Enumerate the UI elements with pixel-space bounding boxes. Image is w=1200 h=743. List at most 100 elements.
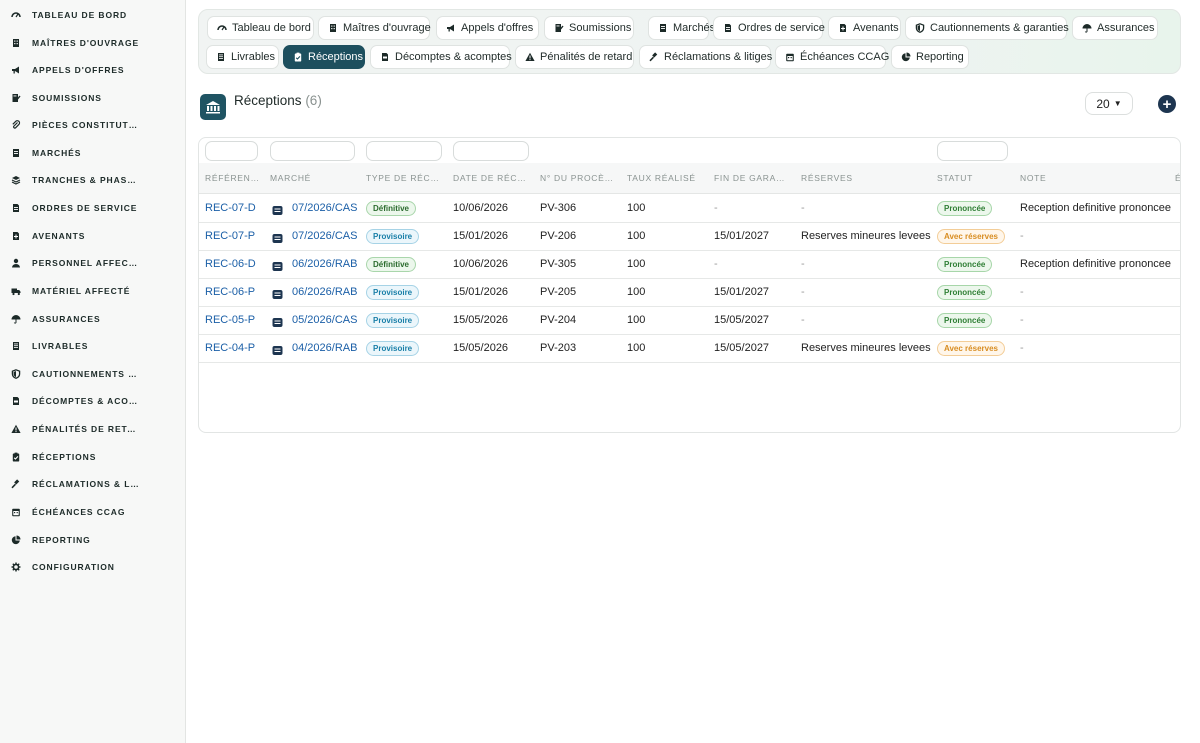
pie-chart-icon [11, 535, 21, 545]
sidebar-item-1[interactable]: MAÎTRES D'OUVRAGE [0, 31, 186, 55]
sidebar-item-7[interactable]: ORDRES DE SERVICE [0, 196, 186, 220]
sidebar-item-label: MARCHÉS [32, 148, 82, 158]
table-row[interactable]: REC-07-P 07/2026/CAS Provisoire 15/01/2026 P… [199, 223, 1180, 251]
tab-14[interactable]: Échéances CCAG [775, 45, 890, 69]
marche-link[interactable]: 06/2026/RAB [292, 286, 357, 298]
marche-link[interactable]: 04/2026/RAB [292, 342, 357, 354]
marche-link[interactable]: 06/2026/RAB [292, 258, 357, 270]
table-row[interactable]: REC-06-D 06/2026/RAB Définitive 10/06/2026 P… [199, 251, 1180, 279]
tab-label: Cautionnements & garanties [930, 22, 1069, 34]
note: - [1020, 230, 1024, 242]
receptions-table: RÉFÉRENCE MARCHÉ TYPE DE RÉCEPTION DATE DE … [198, 137, 1181, 433]
column-header-7[interactable]: RÉSERVES [801, 173, 921, 183]
sidebar-item-0[interactable]: TABLEAU DE BORD [0, 3, 186, 27]
tab-6[interactable]: Avenants [828, 16, 901, 40]
page-title-text: Réceptions [234, 93, 302, 108]
sidebar-item-label: PERSONNEL AFFECTÉ [32, 258, 140, 268]
tab-label: Marchés [673, 22, 716, 34]
marche-link[interactable]: 07/2026/CAS [292, 230, 357, 242]
tab-7[interactable]: Cautionnements & garanties [905, 16, 1069, 40]
marche-icon [272, 343, 283, 355]
reference-link[interactable]: REC-06-P [205, 286, 255, 298]
tab-label: Reporting [916, 51, 964, 63]
filter-reference-input[interactable] [205, 141, 258, 161]
sidebar-item-12[interactable]: LIVRABLES [0, 334, 186, 358]
sidebar-item-16[interactable]: RÉCEPTIONS [0, 445, 186, 469]
filter-date-input[interactable] [453, 141, 529, 161]
taux-realise: 100 [627, 258, 646, 270]
tab-11[interactable]: Décomptes & acomptes [370, 45, 512, 69]
reserves: - [801, 258, 805, 270]
taux-realise: 100 [627, 230, 646, 242]
tab-label: Échéances CCAG [800, 51, 890, 63]
sidebar-item-6[interactable]: TRANCHES & PHASES [0, 168, 186, 192]
reserves: - [801, 286, 805, 298]
filter-type-input[interactable] [366, 141, 442, 161]
gavel-icon [11, 479, 21, 489]
sidebar-item-11[interactable]: ASSURANCES [0, 307, 186, 331]
sidebar-item-2[interactable]: APPELS D'OFFRES [0, 58, 186, 82]
marche-icon [272, 203, 283, 215]
tab-2[interactable]: Appels d'offres [436, 16, 539, 40]
marche-link[interactable]: 05/2026/CAS [292, 314, 357, 326]
tab-label: Réclamations & litiges [664, 51, 773, 63]
table-row[interactable]: REC-06-P 06/2026/RAB Provisoire 15/01/2026 P… [199, 279, 1180, 307]
page-size-select[interactable]: 20 ▼ [1085, 92, 1133, 115]
tab-10[interactable]: Réceptions [283, 45, 365, 69]
marche-link[interactable]: 07/2026/CAS [292, 202, 357, 214]
sidebar-item-14[interactable]: DÉCOMPTES & ACOMPTES [0, 389, 186, 413]
tab-12[interactable]: Pénalités de retard [515, 45, 634, 69]
sidebar-item-3[interactable]: SOUMISSIONS [0, 86, 186, 110]
tab-9[interactable]: Livrables [206, 45, 279, 69]
tab-0[interactable]: Tableau de bord [207, 16, 314, 40]
column-header-6[interactable]: FIN DE GARANTIE [714, 173, 790, 183]
tab-8[interactable]: Assurances [1072, 16, 1158, 40]
sidebar-item-8[interactable]: AVENANTS [0, 224, 186, 248]
column-header-9[interactable]: NOTE [1020, 173, 1160, 183]
tab-4[interactable]: Marchés [648, 16, 715, 40]
column-header-0[interactable]: RÉFÉRENCE [205, 173, 260, 183]
sidebar-item-10[interactable]: MATÉRIEL AFFECTÉ [0, 279, 186, 303]
file-signature-icon [11, 93, 21, 103]
sidebar-item-label: PÉNALITÉS DE RETARD [32, 424, 140, 434]
tab-5[interactable]: Ordres de service [713, 16, 825, 40]
fin-garantie: 15/01/2027 [714, 286, 770, 298]
sidebar-item-4[interactable]: PIÈCES CONSTITUTIVES [0, 113, 186, 137]
column-header-10[interactable]: É [1175, 173, 1180, 183]
column-header-8[interactable]: STATUT [937, 173, 1007, 183]
column-header-2[interactable]: TYPE DE RÉCEPTION [366, 173, 442, 183]
sidebar-item-19[interactable]: REPORTING [0, 528, 186, 552]
pv-number: PV-204 [540, 314, 577, 326]
tab-3[interactable]: Soumissions [544, 16, 634, 40]
tab-label: Livrables [231, 51, 276, 63]
reference-link[interactable]: REC-04-P [205, 342, 255, 354]
sidebar-item-13[interactable]: CAUTIONNEMENTS & GARANTIES [0, 362, 186, 386]
reference-link[interactable]: REC-07-D [205, 202, 256, 214]
tab-label: Tableau de bord [232, 22, 311, 34]
reference-link[interactable]: REC-05-P [205, 314, 255, 326]
sidebar-item-17[interactable]: RÉCLAMATIONS & LITIGES [0, 472, 186, 496]
sidebar-item-5[interactable]: MARCHÉS [0, 141, 186, 165]
sidebar: TABLEAU DE BORD MAÎTRES D'OUVRAGE APPELS D… [0, 0, 186, 743]
add-reception-button[interactable]: + [1158, 95, 1176, 113]
filter-marche-input[interactable] [270, 141, 355, 161]
tab-13[interactable]: Réclamations & litiges [639, 45, 773, 69]
sidebar-item-15[interactable]: PÉNALITÉS DE RETARD [0, 417, 186, 441]
tab-1[interactable]: Maîtres d'ouvrage [318, 16, 431, 40]
sidebar-item-20[interactable]: CONFIGURATION [0, 555, 186, 579]
reference-link[interactable]: REC-06-D [205, 258, 256, 270]
table-row[interactable]: REC-04-P 04/2026/RAB Provisoire 15/05/2026 P… [199, 335, 1180, 363]
column-header-1[interactable]: MARCHÉ [270, 173, 355, 183]
sidebar-item-label: AVENANTS [32, 231, 86, 241]
tab-label: Ordres de service [738, 22, 825, 34]
sidebar-item-18[interactable]: ÉCHÉANCES CCAG [0, 500, 186, 524]
table-row[interactable]: REC-05-P 05/2026/CAS Provisoire 15/05/2026 P… [199, 307, 1180, 335]
column-header-4[interactable]: N° DU PROCÈS-VERBAL [540, 173, 616, 183]
column-header-3[interactable]: DATE DE RÉCEPTION [453, 173, 529, 183]
reference-link[interactable]: REC-07-P [205, 230, 255, 242]
table-row[interactable]: REC-07-D 07/2026/CAS Définitive 10/06/2026 P… [199, 195, 1180, 223]
column-header-5[interactable]: TAUX RÉALISÉ [627, 173, 703, 183]
filter-statut-input[interactable] [937, 141, 1008, 161]
sidebar-item-9[interactable]: PERSONNEL AFFECTÉ [0, 251, 186, 275]
tab-15[interactable]: Reporting [891, 45, 969, 69]
